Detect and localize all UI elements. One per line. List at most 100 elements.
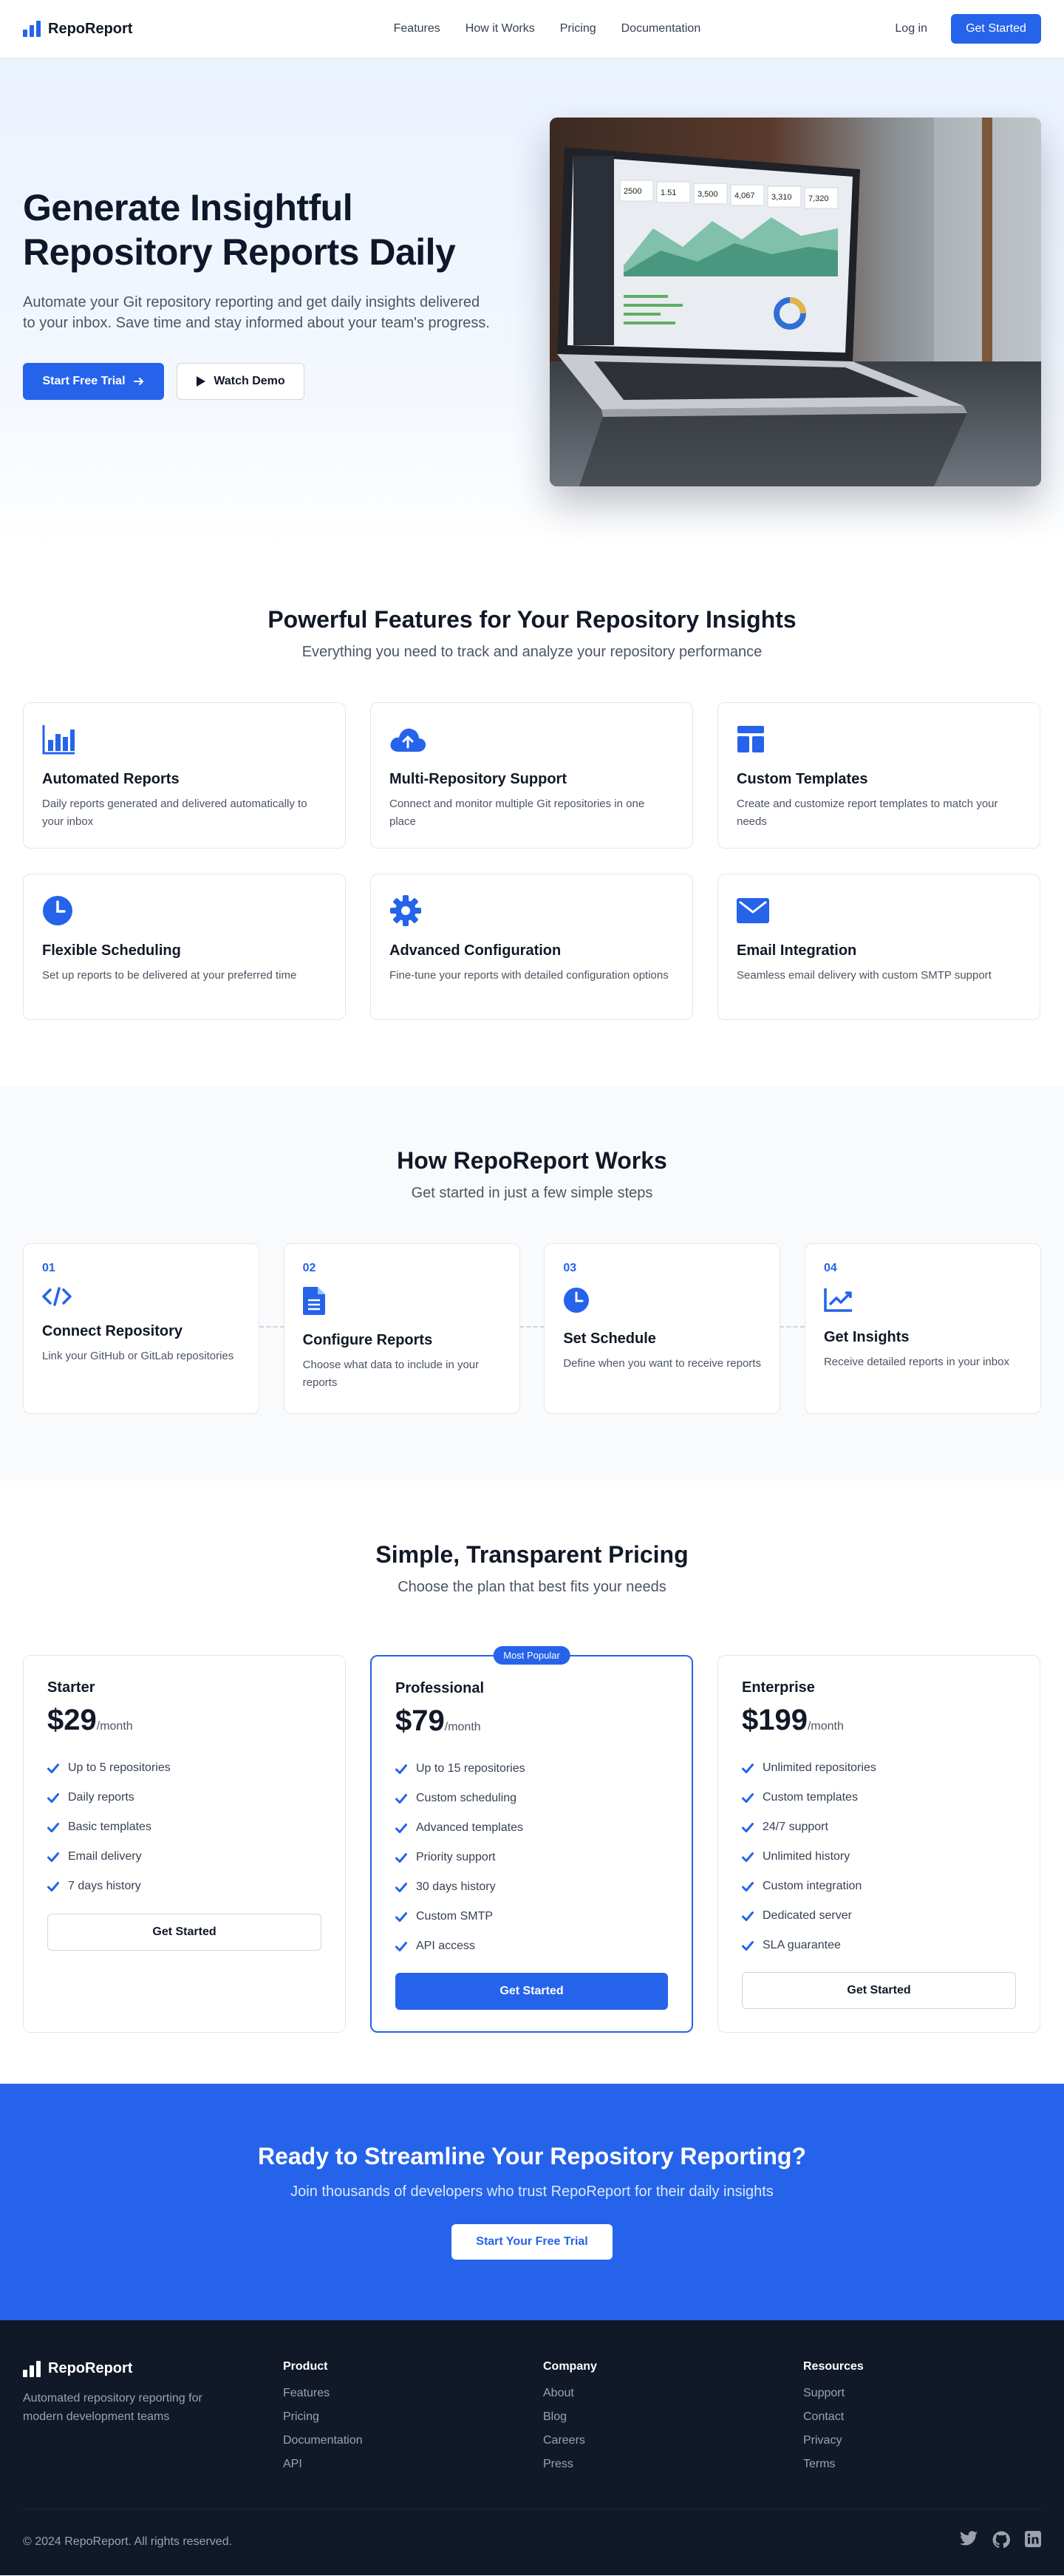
linkedin-icon[interactable] (1025, 2531, 1041, 2552)
plan-feature: 24/7 support (742, 1812, 1016, 1842)
github-icon[interactable] (992, 2531, 1010, 2552)
feature-title: Email Integration (737, 942, 857, 959)
logo-bars-icon (23, 2360, 41, 2377)
check-icon (395, 1852, 407, 1863)
twitter-icon[interactable] (960, 2531, 978, 2552)
brand-name: RepoReport (48, 20, 133, 37)
enterprise-get-started-button[interactable]: Get Started (742, 1972, 1016, 2009)
brand-logo[interactable]: RepoReport (23, 21, 132, 38)
pricing-subtitle: Choose the plan that best fits your need… (398, 1579, 666, 1595)
footer-link-features[interactable]: Features (283, 2387, 330, 2399)
check-icon (47, 1792, 59, 1803)
plan-period: /month (96, 1720, 133, 1733)
check-icon (742, 1940, 754, 1951)
feature-card-custom-templates: Custom Templates Create and customize re… (717, 702, 1040, 849)
step-number: 04 (823, 1262, 837, 1274)
step-number: 03 (563, 1262, 577, 1274)
start-free-trial-label: Start Free Trial (42, 375, 126, 387)
feature-title: Custom Templates (737, 771, 868, 787)
footer-link-contact[interactable]: Contact (803, 2410, 844, 2423)
check-icon (47, 1852, 59, 1862)
professional-get-started-button[interactable]: Get Started (395, 1973, 668, 2010)
check-icon (395, 1882, 407, 1892)
start-free-trial-button[interactable]: Start Free Trial (23, 363, 164, 400)
plan-feature-label: 30 days history (416, 1880, 496, 1893)
footer-link-blog[interactable]: Blog (543, 2410, 567, 2423)
plan-feature: Unlimited history (742, 1842, 1016, 1872)
plan-name: Starter (47, 1679, 95, 1696)
document-icon (302, 1287, 501, 1319)
nav-link-features[interactable]: Features (394, 22, 440, 35)
feature-title: Multi-Repository Support (389, 771, 567, 787)
feature-card-email-integration: Email Integration Seamless email deliver… (717, 874, 1040, 1020)
footer-link-documentation[interactable]: Documentation (283, 2434, 363, 2447)
how-subtitle: Get started in just a few simple steps (411, 1185, 653, 1201)
starter-get-started-button[interactable]: Get Started (47, 1914, 321, 1951)
plan-feature-label: Up to 15 repositories (416, 1762, 525, 1775)
feature-card-multi-repository: Multi-Repository Support Connect and mon… (370, 702, 693, 849)
how-it-works-section: How RepoReport Works Get started in just… (0, 1087, 1064, 1481)
cta-subtitle: Join thousands of developers who trust R… (290, 2184, 774, 2200)
step-title: Connect Repository (42, 1323, 183, 1339)
plan-feature: Basic templates (47, 1812, 321, 1842)
trending-chart-icon (824, 1287, 1022, 1316)
how-title: How RepoReport Works (397, 1147, 667, 1174)
feature-description: Seamless email delivery with custom SMTP… (737, 969, 992, 982)
nav-link-documentation[interactable]: Documentation (621, 22, 701, 35)
step-card-configure-reports: 02 Configure Reports Choose what data to… (283, 1243, 520, 1414)
footer-brand[interactable]: RepoReport (23, 2360, 283, 2377)
plan-feature: API access (395, 1931, 668, 1961)
stat-4: 4,067 (734, 191, 755, 200)
plan-feature: Custom scheduling (395, 1784, 668, 1813)
step-card-set-schedule: 03 Set Schedule Define when you want to … (544, 1243, 781, 1414)
check-icon (742, 1792, 754, 1803)
plan-feature: Custom SMTP (395, 1902, 668, 1931)
check-icon (395, 1793, 407, 1804)
bar-chart-icon (42, 721, 79, 758)
check-icon (395, 1823, 407, 1833)
features-section: Powerful Features for Your Repository In… (0, 546, 1064, 1087)
step-card-connect-repository: 01 Connect Repository Link your GitHub o… (23, 1243, 259, 1414)
cta-band: Ready to Streamline Your Repository Repo… (0, 2084, 1064, 2320)
footer-link-pricing[interactable]: Pricing (283, 2410, 319, 2423)
plan-name: Professional (395, 1680, 485, 1696)
plan-name: Enterprise (742, 1679, 815, 1696)
nav-link-pricing[interactable]: Pricing (560, 22, 596, 35)
footer-link-api[interactable]: API (283, 2458, 302, 2470)
check-icon (47, 1881, 59, 1892)
footer-col-title: Resources (803, 2360, 864, 2373)
footer-description: Automated repository reporting for moder… (23, 2392, 202, 2423)
watch-demo-button[interactable]: Watch Demo (177, 363, 304, 400)
plan-feature-label: Basic templates (68, 1821, 151, 1833)
step-description: Define when you want to receive reports (563, 1357, 761, 1370)
plan-price: $79 (395, 1705, 445, 1737)
footer-link-terms[interactable]: Terms (803, 2458, 836, 2470)
plan-period: /month (444, 1721, 481, 1733)
start-your-free-trial-button[interactable]: Start Your Free Trial (451, 2224, 613, 2260)
cta-title: Ready to Streamline Your Repository Repo… (257, 2143, 807, 2169)
footer-link-press[interactable]: Press (543, 2458, 573, 2470)
step-title: Get Insights (823, 1329, 910, 1345)
footer-link-careers[interactable]: Careers (543, 2434, 585, 2447)
nav-get-started-button[interactable]: Get Started (951, 14, 1041, 44)
check-icon (395, 1764, 407, 1774)
footer-col-title: Company (543, 2360, 597, 2373)
footer-col-company: Company About Blog Careers Press (543, 2360, 803, 2509)
plan-feature-label: 24/7 support (763, 1821, 828, 1833)
login-link[interactable]: Log in (895, 22, 927, 35)
plan-feature-label: Unlimited repositories (763, 1761, 876, 1774)
plan-feature: Unlimited repositories (742, 1753, 1016, 1783)
step-title: Set Schedule (563, 1331, 656, 1347)
feature-title: Automated Reports (42, 771, 180, 787)
footer-col-title: Product (283, 2360, 328, 2373)
footer-link-privacy[interactable]: Privacy (803, 2434, 842, 2447)
plan-feature: Custom templates (742, 1783, 1016, 1812)
features-title: Powerful Features for Your Repository In… (267, 606, 797, 633)
plan-feature-label: Custom scheduling (416, 1792, 517, 1804)
footer-link-support[interactable]: Support (803, 2387, 845, 2399)
footer-link-about[interactable]: About (543, 2387, 574, 2399)
plan-price: $199 (742, 1704, 808, 1736)
plan-feature-label: Priority support (416, 1851, 496, 1863)
nav-link-how-it-works[interactable]: How it Works (466, 22, 535, 35)
plan-feature-label: Up to 5 repositories (68, 1761, 171, 1774)
